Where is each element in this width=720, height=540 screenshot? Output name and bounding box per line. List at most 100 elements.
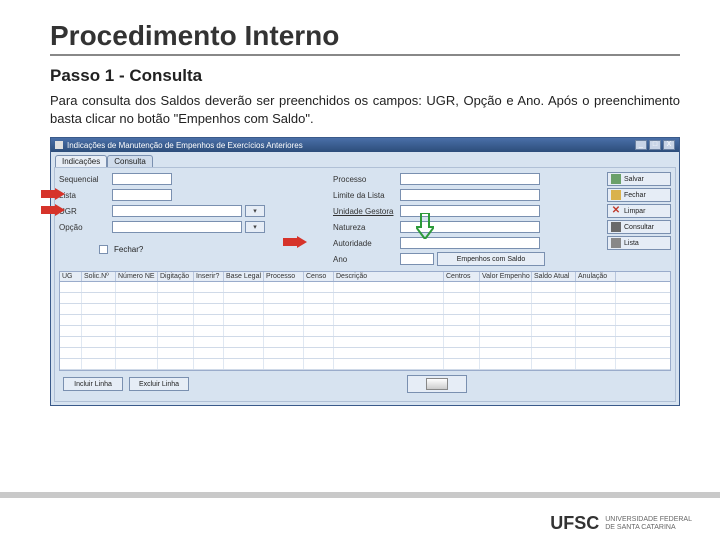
grid-cell[interactable] — [194, 315, 224, 325]
grid-cell[interactable] — [224, 293, 264, 303]
grid-cell[interactable] — [82, 293, 116, 303]
grid-cell[interactable] — [224, 315, 264, 325]
table-row[interactable] — [60, 293, 670, 304]
grid-cell[interactable] — [444, 348, 480, 358]
grid-cell[interactable] — [480, 348, 532, 358]
grid-cell[interactable] — [304, 293, 334, 303]
input-lista[interactable] — [112, 189, 172, 201]
grid-cell[interactable] — [158, 304, 194, 314]
grid-cell[interactable] — [304, 315, 334, 325]
grid-cell[interactable] — [334, 315, 444, 325]
grid-cell[interactable] — [224, 282, 264, 292]
grid-cell[interactable] — [194, 359, 224, 369]
grid-cell[interactable] — [532, 326, 576, 336]
grid-cell[interactable] — [444, 282, 480, 292]
grid-cell[interactable] — [194, 326, 224, 336]
input-ugr[interactable] — [112, 205, 242, 217]
input-ano[interactable] — [400, 253, 434, 265]
grid-cell[interactable] — [82, 315, 116, 325]
table-row[interactable] — [60, 348, 670, 359]
limpar-button[interactable]: ✕Limpar — [607, 204, 671, 218]
input-opcao[interactable] — [112, 221, 242, 233]
grid-cell[interactable] — [444, 337, 480, 347]
grid-cell[interactable] — [334, 304, 444, 314]
grid-cell[interactable] — [116, 315, 158, 325]
excluir-linha-button[interactable]: Excluir Linha — [129, 377, 189, 391]
grid-cell[interactable] — [224, 359, 264, 369]
grid-cell[interactable] — [60, 326, 82, 336]
consultar-button[interactable]: Consultar — [607, 220, 671, 234]
grid-cell[interactable] — [444, 315, 480, 325]
input-natureza[interactable] — [400, 221, 540, 233]
window-max-button[interactable]: □ — [649, 140, 661, 150]
table-row[interactable] — [60, 315, 670, 326]
grid-cell[interactable] — [224, 337, 264, 347]
grid-cell[interactable] — [158, 315, 194, 325]
grid-cell[interactable] — [334, 282, 444, 292]
grid-cell[interactable] — [532, 282, 576, 292]
grid-cell[interactable] — [224, 348, 264, 358]
grid-cell[interactable] — [264, 337, 304, 347]
grid-cell[interactable] — [334, 348, 444, 358]
grid-cell[interactable] — [116, 304, 158, 314]
grid-cell[interactable] — [264, 315, 304, 325]
grid-cell[interactable] — [480, 293, 532, 303]
grid-cell[interactable] — [334, 293, 444, 303]
grid-cell[interactable] — [264, 326, 304, 336]
grid-cell[interactable] — [116, 293, 158, 303]
grid-cell[interactable] — [60, 348, 82, 358]
grid-cell[interactable] — [82, 304, 116, 314]
grid-cell[interactable] — [334, 326, 444, 336]
grid-cell[interactable] — [60, 337, 82, 347]
grid-cell[interactable] — [304, 348, 334, 358]
grid-cell[interactable] — [82, 326, 116, 336]
grid-cell[interactable] — [194, 304, 224, 314]
empenhos-com-saldo-button[interactable]: Empenhos com Saldo — [437, 252, 545, 266]
grid-cell[interactable] — [60, 282, 82, 292]
grid-cell[interactable] — [224, 326, 264, 336]
grid-cell[interactable] — [480, 337, 532, 347]
grid-cell[interactable] — [480, 304, 532, 314]
grid-cell[interactable] — [264, 282, 304, 292]
input-autoridade[interactable] — [400, 237, 540, 249]
combo-opcao[interactable] — [245, 221, 265, 233]
tab-consulta[interactable]: Consulta — [107, 155, 153, 167]
grid-cell[interactable] — [116, 337, 158, 347]
grid-cell[interactable] — [158, 326, 194, 336]
grid-cell[interactable] — [480, 326, 532, 336]
fechar-button[interactable]: Fechar — [607, 188, 671, 202]
grid-cell[interactable] — [82, 282, 116, 292]
grid-cell[interactable] — [60, 293, 82, 303]
table-row[interactable] — [60, 337, 670, 348]
grid-cell[interactable] — [444, 293, 480, 303]
grid-cell[interactable] — [576, 348, 616, 358]
grid-cell[interactable] — [158, 293, 194, 303]
print-button[interactable] — [407, 375, 467, 393]
grid-cell[interactable] — [576, 304, 616, 314]
grid-cell[interactable] — [576, 293, 616, 303]
grid-cell[interactable] — [532, 293, 576, 303]
grid-cell[interactable] — [480, 359, 532, 369]
listas-button[interactable]: Lista — [607, 236, 671, 250]
grid-cell[interactable] — [532, 359, 576, 369]
grid-cell[interactable] — [264, 359, 304, 369]
grid-cell[interactable] — [116, 326, 158, 336]
table-row[interactable] — [60, 282, 670, 293]
grid-cell[interactable] — [194, 293, 224, 303]
combo-ugr[interactable] — [245, 205, 265, 217]
grid-cell[interactable] — [304, 326, 334, 336]
grid-cell[interactable] — [158, 359, 194, 369]
table-row[interactable] — [60, 326, 670, 337]
grid-cell[interactable] — [82, 359, 116, 369]
grid-cell[interactable] — [60, 359, 82, 369]
grid-cell[interactable] — [158, 282, 194, 292]
grid-cell[interactable] — [480, 315, 532, 325]
table-row[interactable] — [60, 304, 670, 315]
incluir-linha-button[interactable]: Incluir Linha — [63, 377, 123, 391]
input-sequencial[interactable] — [112, 173, 172, 185]
grid-cell[interactable] — [532, 337, 576, 347]
window-close-button[interactable]: X — [663, 140, 675, 150]
grid-cell[interactable] — [82, 337, 116, 347]
grid-cell[interactable] — [576, 337, 616, 347]
grid-cell[interactable] — [304, 304, 334, 314]
